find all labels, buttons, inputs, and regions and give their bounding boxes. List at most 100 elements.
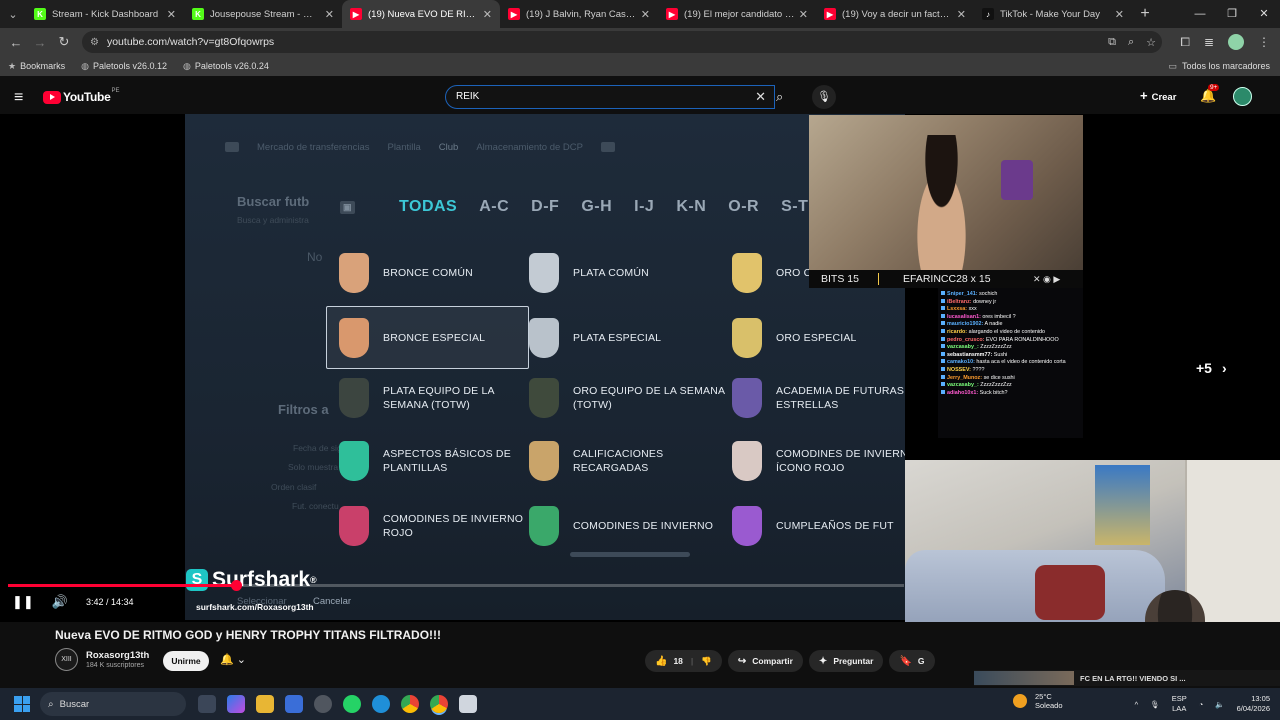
ask-button[interactable]: ✦ Preguntar <box>808 650 884 672</box>
minimize-icon[interactable]: — <box>1184 0 1216 28</box>
task-view-icon[interactable] <box>198 695 216 713</box>
browser-tab[interactable]: ▶ (19) J Balvin, Ryan Castro, DJ Snake ✕ <box>500 0 658 28</box>
scrubber-handle[interactable] <box>230 580 242 591</box>
all-bookmarks[interactable]: ▭ Todos los marcadores <box>1168 61 1270 72</box>
profile-avatar[interactable] <box>1228 34 1244 50</box>
volume-icon[interactable]: 🔊 <box>52 594 68 610</box>
tab-search-chevron-icon[interactable]: ⌄ <box>0 0 26 28</box>
browser-tab[interactable]: K Stream - Kick Dashboard ✕ <box>26 0 184 28</box>
taskbar-search[interactable]: ⌕ Buscar <box>40 692 186 716</box>
browser-tab[interactable]: K Jousepouse Stream - Watch Live ✕ <box>184 0 342 28</box>
ghost-text: Orden clasif <box>271 482 317 492</box>
browser-tab[interactable]: ▶ (19) Voy a decir un facto - YouTube ✕ <box>816 0 974 28</box>
game-menu-item: Club <box>438 142 459 153</box>
youtube-logo[interactable]: YouTube PE <box>43 88 119 104</box>
snipping-icon[interactable] <box>459 695 477 713</box>
new-tab-button[interactable]: + <box>1132 5 1158 23</box>
folder-icon: ▭ <box>1168 60 1177 71</box>
sparkle-icon: ✦ <box>818 655 828 667</box>
search-icon[interactable]: ⌕ <box>776 85 796 109</box>
browser-tab[interactable]: ▶ (19) El mejor candidato - TIERLIST ✕ <box>658 0 816 28</box>
weather-widget[interactable]: 25°C Soleado <box>1013 692 1063 710</box>
language-indicator[interactable]: ESP LAA <box>1172 694 1187 714</box>
close-window-icon[interactable]: ✕ <box>1248 0 1280 28</box>
close-tab-icon[interactable]: ✕ <box>167 8 176 21</box>
channel-info[interactable]: XIII Roxasorg13th 184 K suscriptores <box>55 648 149 671</box>
store-icon[interactable] <box>285 695 303 713</box>
share-label: Compartir <box>752 656 793 666</box>
close-tab-icon[interactable]: ✕ <box>1115 8 1124 21</box>
tab-favicon-icon: ▶ <box>824 8 836 20</box>
install-app-icon[interactable]: ⧉ <box>1108 36 1116 49</box>
clock-date: 6/04/2026 <box>1236 704 1270 713</box>
close-tab-icon[interactable]: ✕ <box>641 8 650 21</box>
close-tab-icon[interactable]: ✕ <box>957 8 966 21</box>
taskbar-search-label: Buscar <box>59 698 90 710</box>
card-chip-icon <box>339 317 369 358</box>
live-preview-strip[interactable]: FC EN LA RTG!! VIENDO SI ... <box>974 670 1280 686</box>
filter-tab: G-H <box>581 198 613 215</box>
browser-tab[interactable]: ♪ TikTok - Make Your Day ✕ <box>974 0 1132 28</box>
extensions-icon[interactable]: ⧠ <box>1180 35 1190 50</box>
save-button[interactable]: 🔖 G <box>889 650 935 672</box>
channel-avatar[interactable]: XIII <box>55 648 78 671</box>
notifications-bell-icon[interactable]: 🔔 9+ <box>1200 84 1220 104</box>
bookmark-label: Paletools v26.0.24 <box>194 61 269 71</box>
bookmark-star-icon[interactable]: ☆ <box>1146 36 1156 49</box>
badge-icon <box>941 306 945 311</box>
tab-title: Stream - Kick Dashboard <box>52 8 159 20</box>
back-arrow-icon[interactable]: ← <box>4 35 28 50</box>
mic-tray-icon[interactable]: 🎙 <box>1150 700 1160 709</box>
progress-bar[interactable] <box>8 580 904 591</box>
microphone-icon[interactable]: 🎙 <box>812 85 836 109</box>
media-controls-icon[interactable]: ≣ <box>1204 35 1214 49</box>
speaker-icon[interactable]: 🔈 <box>1215 700 1224 709</box>
card-label: PLATA EQUIPO DE LA SEMANA (TOTW) <box>383 385 495 411</box>
file-explorer-icon[interactable] <box>256 695 274 713</box>
windows-start-icon[interactable] <box>14 696 30 712</box>
search-input[interactable]: REIK ✕ <box>445 85 775 109</box>
browser-tab[interactable]: ▶ (19) Nueva EVO DE RITMO ✕ <box>342 0 500 28</box>
join-button[interactable]: Unirme <box>163 651 209 671</box>
reload-icon[interactable]: ↻ <box>52 34 76 50</box>
chevron-right-icon[interactable]: › <box>1222 360 1227 376</box>
chrome-active-icon[interactable] <box>430 695 448 713</box>
card-chip-icon <box>339 506 369 546</box>
share-button[interactable]: ↪ Compartir <box>727 650 803 672</box>
channel-name[interactable]: Roxasorg13th <box>86 650 149 661</box>
close-tab-icon[interactable]: ✕ <box>325 8 334 21</box>
bookmark-item[interactable]: ★ Bookmarks <box>8 61 65 72</box>
whatsapp-icon[interactable] <box>343 695 361 713</box>
menu-kebab-icon[interactable]: ⋮ <box>1258 35 1270 49</box>
clock[interactable]: 13:05 6/04/2026 <box>1237 694 1270 714</box>
card-chip-icon <box>529 318 559 358</box>
wifi-icon[interactable]: ◔ <box>1199 700 1204 709</box>
close-tab-icon[interactable]: ✕ <box>799 8 808 21</box>
app-icon[interactable] <box>314 695 332 713</box>
chevron-up-icon[interactable]: ^ <box>1135 700 1139 709</box>
bookmark-item[interactable]: ◍ Paletools v26.0.12 <box>81 61 167 72</box>
site-info-icon[interactable]: ⚙ <box>90 37 99 48</box>
clear-search-icon[interactable]: ✕ <box>755 86 766 108</box>
chrome-icon[interactable] <box>401 695 419 713</box>
pause-icon[interactable]: ❚❚ <box>12 594 34 610</box>
chat-message: mauricio1902: A nadie <box>941 321 1080 329</box>
like-button[interactable]: 👍 18 | 👎 <box>645 650 722 672</box>
bookmark-item[interactable]: ◍ Paletools v26.0.24 <box>183 61 269 72</box>
restore-icon[interactable]: ❐ <box>1216 0 1248 28</box>
thumbs-down-icon[interactable]: 👎 <box>701 656 712 667</box>
badge-icon <box>941 389 945 394</box>
video-player[interactable]: Mercado de transferencias Plantilla Club… <box>0 114 1280 622</box>
create-button[interactable]: + Crear <box>1140 88 1176 103</box>
copilot-icon[interactable] <box>227 695 245 713</box>
subscription-bell-icon[interactable]: 🔔 ⌄ <box>220 653 246 666</box>
chat-message: pedro_crusco: EVO PARA RONALDINHOOO <box>941 336 1080 345</box>
more-overlay[interactable]: +5 › <box>1196 360 1227 376</box>
zoom-icon[interactable]: ⌕ <box>1128 36 1134 49</box>
hamburger-menu-icon[interactable]: ≡ <box>14 89 23 107</box>
close-tab-icon[interactable]: ✕ <box>483 8 492 21</box>
account-avatar[interactable] <box>1233 87 1252 106</box>
forward-arrow-icon[interactable]: → <box>28 35 52 50</box>
address-bar[interactable]: ⚙ youtube.com/watch?v=gt8Ofqowrps ⧉ ⌕ ☆ <box>82 31 1162 53</box>
edge-icon[interactable] <box>372 695 390 713</box>
